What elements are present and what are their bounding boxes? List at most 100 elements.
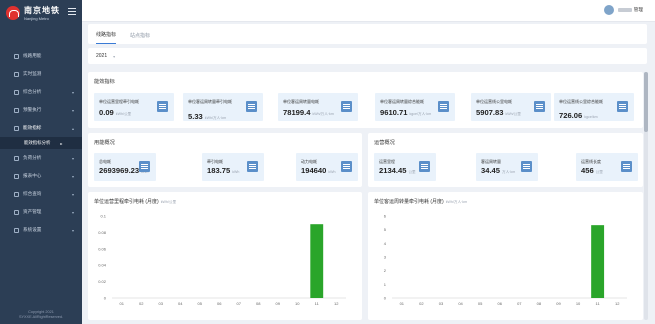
bar[interactable] — [591, 225, 605, 298]
asset-icon — [14, 209, 19, 215]
analysis-icon — [14, 89, 19, 95]
metric-tile: 总电耗 2693969.23 kWh — [94, 153, 156, 181]
chevron-down-icon: ▾ — [113, 53, 116, 59]
sidebar-item-load[interactable]: 负荷分析 ▾ — [0, 149, 82, 167]
scrollbar-thumb[interactable] — [644, 72, 648, 132]
x-tick-label: 07 — [237, 301, 242, 306]
y-tick-label: 0 — [104, 296, 107, 301]
metric-unit: kWh — [232, 170, 240, 174]
x-tick-label: 09 — [276, 301, 281, 306]
x-tick-label: 04 — [178, 301, 183, 306]
year-select[interactable]: 2021 ▾ — [96, 53, 115, 59]
metric-value: 78199.4 kWh/万人·km — [283, 108, 334, 117]
load-icon — [14, 155, 19, 161]
metric-unit: kWh/公里 — [115, 112, 132, 116]
sidebar-item-assets[interactable]: 资产管理 ▾ — [0, 203, 82, 221]
chart-icon — [621, 161, 632, 172]
query-icon — [14, 191, 19, 197]
metric-value: 194640 kWh — [301, 166, 336, 175]
chevron-down-icon: ▾ — [71, 227, 74, 233]
metric-value: 5.33 kWh/万人·km — [188, 112, 227, 121]
logo-title: 南京地铁 — [24, 6, 60, 15]
sidebar-item-label: 综合分析 — [23, 89, 42, 94]
metric-unit: kWh — [328, 170, 336, 174]
metric-tile: 单位运营线公里综合能耗 726.06 kgce/km — [554, 93, 634, 121]
alert-icon — [14, 107, 19, 113]
metric-unit: 公里 — [595, 170, 603, 174]
x-tick-label: 11 — [596, 301, 601, 306]
filter-bar: 2021 ▾ — [88, 48, 647, 64]
x-tick-label: 08 — [256, 301, 261, 306]
metric-tile: 单位运营里程牵引电耗 0.09 kWh/公里 — [94, 93, 174, 121]
sidebar-item-alert[interactable]: 预警执行 ▾ — [0, 101, 82, 119]
gear-icon — [14, 227, 19, 233]
user-menu[interactable]: 管理 — [603, 5, 643, 15]
sidebar-item-settings[interactable]: 系统设置 ▾ — [0, 221, 82, 239]
y-tick-label: 0.06 — [98, 246, 107, 251]
section-title: 能效指标 — [94, 79, 115, 85]
report-icon — [14, 173, 19, 179]
x-tick-label: 05 — [198, 301, 203, 306]
sidebar-item-line-energy[interactable]: 线路用能 — [0, 47, 82, 65]
y-tick-label: 5 — [384, 227, 387, 232]
tab-station-indicators[interactable]: 站点指标 — [130, 32, 150, 44]
sidebar-subitem-efficiency-analysis[interactable]: 能效指标分析 ▸ — [0, 137, 82, 149]
metric-label: 运营里程 — [379, 159, 395, 164]
bar[interactable] — [310, 224, 324, 298]
chevron-down-icon: ▾ — [71, 173, 74, 179]
sidebar-item-reports[interactable]: 报表中心 ▾ — [0, 167, 82, 185]
sidebar-item-analysis[interactable]: 综合分析 ▾ — [0, 83, 82, 101]
metric-label: 单位运营线公里电耗 — [476, 99, 512, 104]
metric-value: 456 公里 — [581, 166, 603, 175]
x-tick-label: 10 — [576, 301, 581, 306]
y-tick-label: 0 — [384, 296, 387, 301]
chart-icon — [139, 161, 150, 172]
metric-label: 动力电耗 — [301, 159, 317, 164]
chevron-down-icon: ▾ — [71, 191, 74, 197]
usage-card: 用能概况 总电耗 2693969.23 kWh 牵引电耗 183.75 kWh 动力电耗 19… — [88, 133, 362, 187]
metric-label: 客运周转量 — [481, 159, 501, 164]
monitor-icon — [14, 71, 19, 77]
metric-unit: kWh/万人·km — [204, 116, 227, 120]
metric-tile: 牵引电耗 183.75 kWh — [202, 153, 264, 181]
sidebar-item-label: 能效指标 — [23, 125, 42, 130]
metro-logo-icon — [6, 6, 20, 20]
chevron-right-icon: ▸ — [60, 140, 63, 146]
x-tick-label: 09 — [556, 301, 561, 306]
chevron-down-icon: ▾ — [71, 89, 74, 95]
metric-value: 5907.83 kWh/公里 — [476, 108, 521, 117]
x-tick-label: 03 — [159, 301, 164, 306]
metric-unit: kWh/公里 — [505, 112, 521, 116]
chevron-down-icon: ▾ — [71, 209, 74, 215]
y-tick-label: 0.08 — [98, 230, 107, 235]
y-tick-label: 0.1 — [100, 214, 106, 219]
metric-label: 单位客运周转量牵引电耗 — [188, 99, 232, 104]
metric-label: 牵引电耗 — [207, 159, 223, 164]
metric-unit: kgce/万人·km — [409, 112, 432, 116]
username-suffix: 管理 — [633, 7, 643, 12]
copyright: Copyright 2021 SYXXE.AllRightReserved. — [0, 310, 82, 320]
sidebar-item-realtime[interactable]: 实时监测 — [0, 65, 82, 83]
sidebar-item-label: 报表中心 — [23, 173, 42, 178]
page-scrollbar[interactable] — [644, 72, 648, 320]
sidebar-item-label: 资产管理 — [23, 209, 42, 214]
sidebar-nav: 线路用能 实时监测 综合分析 ▾ 预警执行 ▾ 能效指标 ▴ 能效指标分析 ▸ 负荷分析… — [0, 47, 82, 239]
y-tick-label: 1 — [384, 282, 387, 287]
line-energy-icon — [14, 53, 19, 59]
chart-icon — [341, 101, 352, 112]
metric-label: 单位运营里程牵引电耗 — [99, 99, 139, 104]
copyright-line: SYXXE.AllRightReserved. — [18, 315, 64, 319]
metric-tile: 单位客运周转量综合能耗 9610.71 kgce/万人·km — [375, 93, 455, 121]
x-tick-label: 06 — [497, 301, 502, 306]
tab-line-indicators[interactable]: 线路指标 — [96, 31, 117, 44]
chart-icon — [246, 101, 257, 112]
sidebar-item-query[interactable]: 综合查询 ▾ — [0, 185, 82, 203]
tab-bar: 线路指标 站点指标 — [88, 24, 647, 44]
menu-collapse-icon[interactable] — [68, 8, 76, 15]
chart-icon — [419, 161, 430, 172]
username-redacted — [617, 8, 632, 12]
sidebar-item-efficiency[interactable]: 能效指标 ▴ — [0, 119, 82, 137]
y-tick-label: 0.02 — [98, 279, 107, 284]
chart-icon — [157, 101, 168, 112]
chart-icon — [341, 161, 352, 172]
